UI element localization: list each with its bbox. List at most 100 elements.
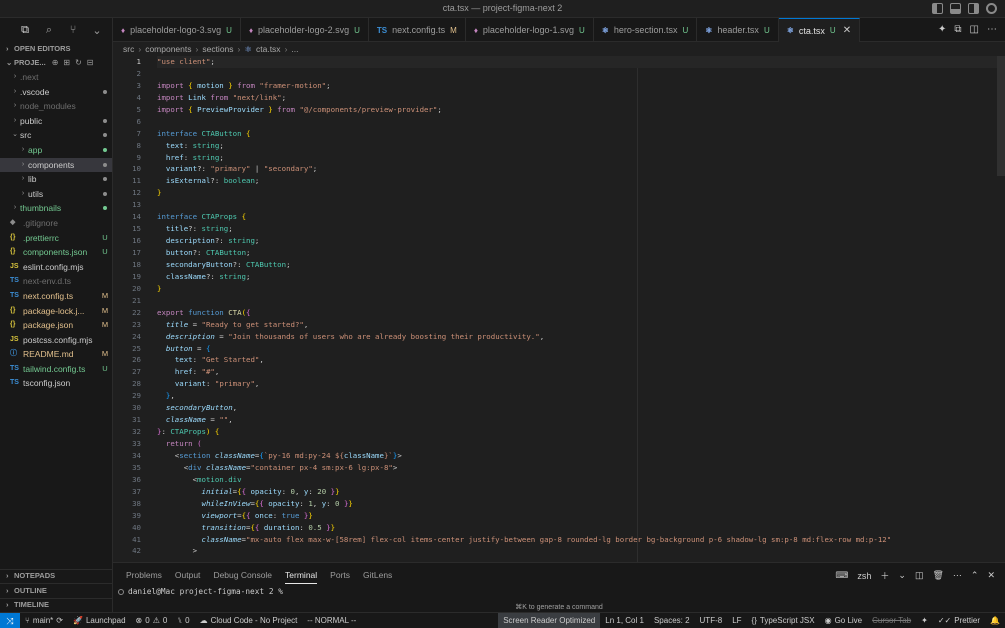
terminal-line[interactable]: daniel@Mac project-figma-next 2 % <box>118 587 283 596</box>
indentation[interactable]: Spaces: 2 <box>649 616 695 625</box>
cursor-position[interactable]: Ln 1, Col 1 <box>600 616 649 625</box>
notifications-bell-icon[interactable]: 🔔 <box>985 616 1005 625</box>
project-section[interactable]: ⌄ PROJE... ⊕ ⊞ ↻ ⊟ <box>0 56 112 70</box>
more-views-chevron-icon[interactable]: ⌄ <box>90 24 104 37</box>
split-editor-icon[interactable]: ◫ <box>970 24 979 35</box>
new-folder-icon[interactable]: ⊞ <box>63 56 70 70</box>
panel-tab[interactable]: Debug Console <box>213 563 272 587</box>
code-editor[interactable]: 1 2 3 4 5 6 7 8 9 10 11 12 13 14 15 16 17 18 19 20 21 22 23 24 2… <box>113 56 1005 562</box>
shell-name[interactable]: zsh <box>857 571 871 581</box>
breadcrumb-item[interactable]: components <box>145 44 191 54</box>
tree-item[interactable]: JS postcss.config.mjs <box>0 333 112 348</box>
editor-tab[interactable]: ⚛ cta.tsx U ✕ <box>778 18 861 42</box>
new-file-icon[interactable]: ⊕ <box>52 56 59 70</box>
screen-reader-mode[interactable]: Screen Reader Optimized <box>498 612 601 628</box>
more-actions-icon[interactable]: ⋯ <box>953 570 962 581</box>
tree-item[interactable]: {} .prettierrc U <box>0 231 112 246</box>
breadcrumb-item[interactable]: cta.tsx <box>256 44 281 54</box>
line-number: 14 <box>132 212 141 222</box>
tree-item[interactable]: {} components.json U <box>0 245 112 260</box>
ai-sparkle-icon[interactable]: ✦ <box>938 24 946 35</box>
tree-item[interactable]: › app <box>0 143 112 158</box>
ai-sparkle-icon[interactable]: ✦ <box>916 616 933 625</box>
cloud-code-item[interactable]: ☁ Cloud Code - No Project <box>195 616 303 625</box>
tree-item[interactable]: › thumbnails <box>0 201 112 216</box>
editor-tab[interactable]: ♦ placeholder-logo-3.svg U <box>113 18 241 42</box>
panel-tab[interactable]: GitLens <box>363 563 392 587</box>
warning-count: 0 <box>162 616 168 625</box>
maximize-panel-icon[interactable]: ⌃ <box>971 570 979 581</box>
tree-item[interactable]: › public <box>0 114 112 129</box>
close-icon[interactable]: ✕ <box>843 25 851 36</box>
editor-tab[interactable]: ⚛ hero-section.tsx U <box>594 18 698 42</box>
branch-indicator[interactable]: ⑂ main* ⟳ <box>20 616 68 625</box>
panel-tab[interactable]: Terminal <box>285 563 318 587</box>
tree-item[interactable]: › .next <box>0 70 112 85</box>
editor-scrollbar[interactable] <box>997 56 1005 176</box>
breadcrumb-item[interactable]: sections <box>202 44 233 54</box>
tree-item[interactable]: TS next-env.d.ts <box>0 274 112 289</box>
outline-section[interactable]: › OUTLINE <box>0 583 112 598</box>
code-line: className = "", <box>165 415 233 425</box>
editor-tab[interactable]: TS next.config.ts M <box>369 18 466 42</box>
error-icon: ⊗ <box>135 616 143 625</box>
tree-item[interactable]: ⓘ README.md M <box>0 347 112 362</box>
go-live-item[interactable]: ◉ Go Live <box>820 616 868 625</box>
panel-tab[interactable]: Output <box>175 563 201 587</box>
code-lines[interactable]: "use client"; import { motion } from "fr… <box>157 56 997 562</box>
panel-tab[interactable]: Ports <box>330 563 350 587</box>
new-terminal-icon[interactable]: ＋ <box>880 569 889 582</box>
end-of-line[interactable]: LF <box>727 616 746 625</box>
tree-item[interactable]: {} package-lock.j... M <box>0 304 112 319</box>
more-actions-icon[interactable]: ⋯ <box>987 24 997 35</box>
problems-indicator[interactable]: ⊗ 0 ⚠ 0 <box>131 616 173 625</box>
tree-item[interactable]: › utils <box>0 187 112 202</box>
refresh-icon[interactable]: ↻ <box>75 56 82 70</box>
tree-item[interactable]: ◆ .gitignore <box>0 216 112 231</box>
chevron-right-icon: › <box>6 585 9 595</box>
explorer-files-icon[interactable]: ⧉ <box>18 24 32 37</box>
close-panel-icon[interactable]: ✕ <box>987 570 995 581</box>
tree-item[interactable]: {} package.json M <box>0 318 112 333</box>
search-icon[interactable]: ⌕ <box>42 24 56 37</box>
tree-item[interactable]: ⌄ src <box>0 128 112 143</box>
settings-gear-icon[interactable] <box>986 3 997 14</box>
git-status-dot <box>103 162 107 167</box>
tree-item[interactable]: › node_modules <box>0 99 112 114</box>
tree-item[interactable]: › components <box>0 157 112 173</box>
remote-indicator-icon[interactable]: ⤨ <box>0 612 20 628</box>
open-changes-icon[interactable]: ⧉ <box>954 24 961 35</box>
source-control-icon[interactable]: ⑂ <box>66 24 80 36</box>
editor-tab[interactable]: ♦ placeholder-logo-2.svg U <box>241 18 369 42</box>
editor-tab[interactable]: ⚛ header.tsx U <box>697 18 779 42</box>
cursor-tab-item[interactable]: Cursor Tab <box>867 616 916 625</box>
timeline-section[interactable]: › TIMELINE <box>0 597 112 613</box>
editor-tab[interactable]: ♦ placeholder-logo-1.svg U <box>466 18 594 42</box>
panel-tab[interactable]: Problems <box>126 563 162 587</box>
toggle-panel-icon[interactable] <box>950 3 961 14</box>
launchpad-item[interactable]: 🚀 Launchpad <box>68 616 131 625</box>
tree-item[interactable]: › lib <box>0 172 112 187</box>
tree-item[interactable]: TS next.config.ts M <box>0 289 112 304</box>
toggle-primary-sidebar-icon[interactable] <box>932 3 943 14</box>
tree-item[interactable]: TS tailwind.config.ts U <box>0 362 112 377</box>
prettier-item[interactable]: ✓✓ Prettier <box>933 616 985 625</box>
chevron-right-icon: › <box>13 116 17 124</box>
ports-indicator[interactable]: ⑊ 0 <box>172 616 194 625</box>
breadcrumb-item[interactable]: src <box>123 44 134 54</box>
tree-item[interactable]: JS eslint.config.mjs <box>0 260 112 275</box>
split-terminal-icon[interactable]: ◫ <box>915 570 924 581</box>
breadcrumb-item[interactable]: ... <box>291 44 298 54</box>
tree-item[interactable]: TS tsconfig.json <box>0 376 112 391</box>
tree-item[interactable]: › .vscode <box>0 85 112 100</box>
chevron-down-icon[interactable]: ⌄ <box>898 570 906 581</box>
encoding[interactable]: UTF-8 <box>695 616 728 625</box>
collapse-all-icon[interactable]: ⊟ <box>87 56 94 70</box>
language-mode[interactable]: {} TypeScript JSX <box>747 616 820 625</box>
line-number: 11 <box>132 176 141 186</box>
notepads-section[interactable]: › NOTEPADS <box>0 568 112 584</box>
line-number: 19 <box>132 271 141 281</box>
open-editors-section[interactable]: › OPEN EDITORS <box>0 42 112 56</box>
toggle-secondary-sidebar-icon[interactable] <box>968 3 979 14</box>
trash-icon[interactable]: 🗑 <box>932 570 943 581</box>
